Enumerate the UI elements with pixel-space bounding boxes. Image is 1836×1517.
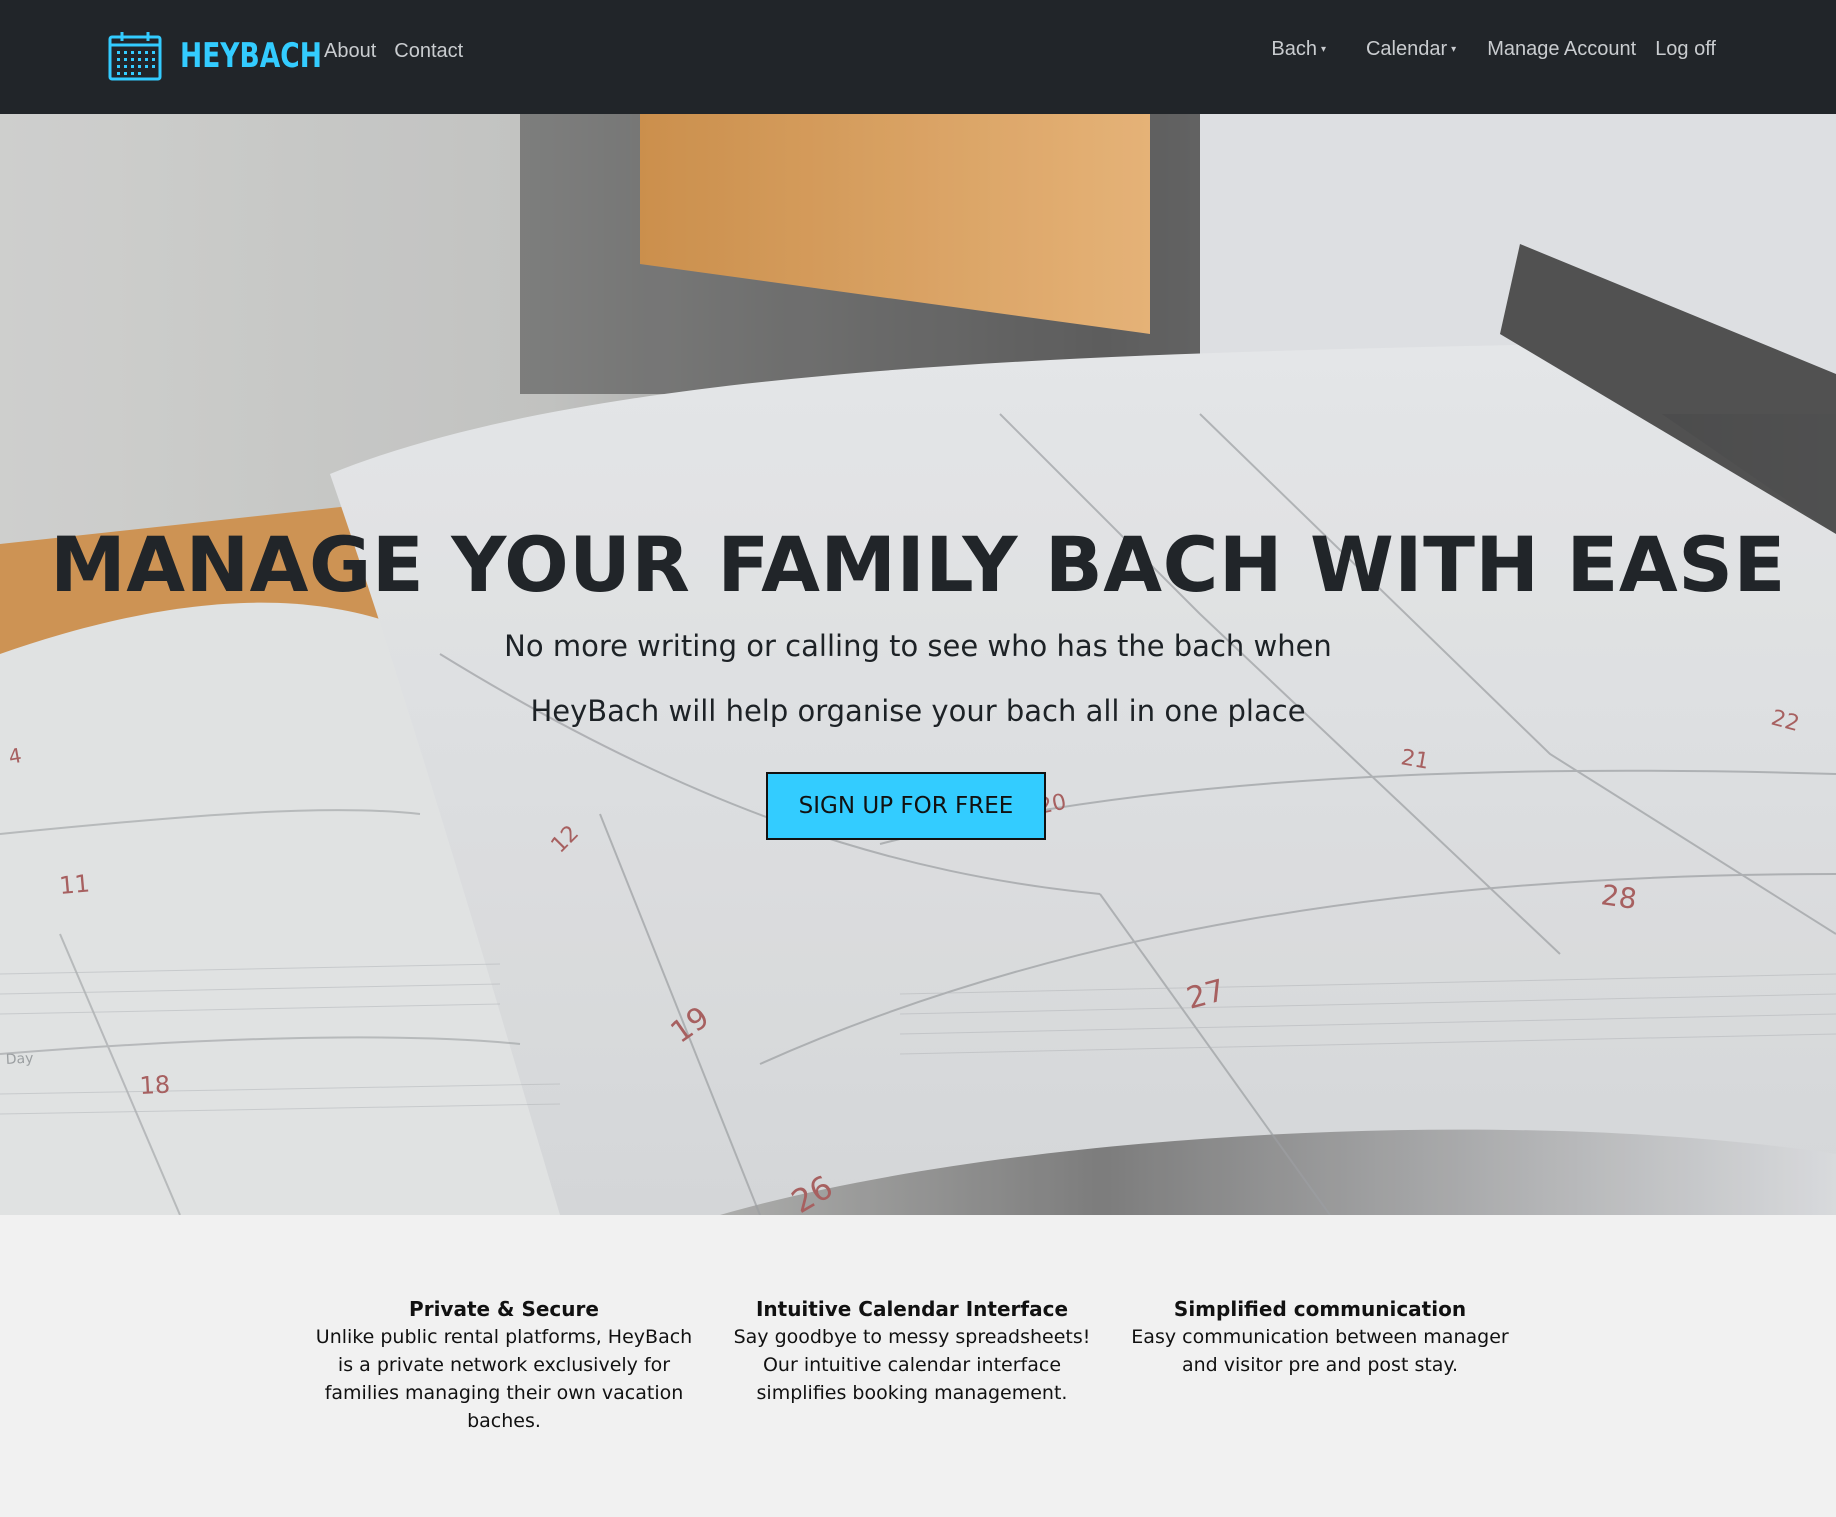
feature-title: Private & Secure	[409, 1297, 599, 1321]
calendar-icon	[108, 32, 162, 81]
features-section: Private & Secure Unlike public rental pl…	[0, 1215, 1836, 1517]
nav-log-off-link[interactable]: Log off	[1655, 38, 1716, 61]
caret-down-icon: ▾	[1320, 44, 1326, 55]
feature-calendar-interface: Intuitive Calendar Interface Say goodbye…	[722, 1295, 1102, 1407]
hero-subtitle-1: No more writing or calling to see who ha…	[504, 629, 1332, 663]
hero-title: MANAGE YOUR FAMILY BACH WITH EASE	[50, 520, 1786, 609]
nav-calendar-dropdown[interactable]: Calendar ▾	[1366, 38, 1456, 61]
nav-bach-label: Bach	[1271, 38, 1317, 60]
nav-calendar-label: Calendar	[1365, 38, 1448, 60]
nav-right: Bach ▾ Calendar ▾ Manage Account Log off	[1271, 38, 1716, 61]
top-navbar: HEYBACH About Contact Bach ▾ Calendar ▾ …	[0, 0, 1836, 114]
feature-title: Intuitive Calendar Interface	[755, 1297, 1069, 1321]
hero-overlay	[0, 114, 1836, 1215]
feature-text: Unlike public rental platforms, HeyBach …	[315, 1326, 693, 1432]
feature-title: Simplified communication	[1173, 1297, 1467, 1321]
nav-left: About Contact	[324, 40, 481, 63]
caret-down-icon: ▾	[1451, 44, 1457, 55]
sign-up-button[interactable]: SIGN UP FOR FREE	[766, 772, 1046, 840]
hero-subtitle-2: HeyBach will help organise your bach all…	[530, 694, 1306, 728]
nav-bach-dropdown[interactable]: Bach ▾	[1271, 38, 1326, 61]
feature-text: Easy communication between manager and v…	[1131, 1326, 1509, 1376]
feature-communication: Simplified communication Easy communicat…	[1130, 1295, 1510, 1379]
nav-manage-account-link[interactable]: Manage Account	[1487, 38, 1636, 61]
nav-about-link[interactable]: About	[324, 40, 376, 63]
feature-private-secure: Private & Secure Unlike public rental pl…	[314, 1295, 694, 1435]
brand-name: HEYBACH	[180, 36, 322, 76]
feature-text: Say goodbye to messy spreadsheets! Our i…	[733, 1326, 1091, 1404]
hero-section: 4 11 18 19 12 20 21 22 26 27 28 Day MANA…	[0, 114, 1836, 1215]
nav-contact-link[interactable]: Contact	[394, 40, 463, 63]
